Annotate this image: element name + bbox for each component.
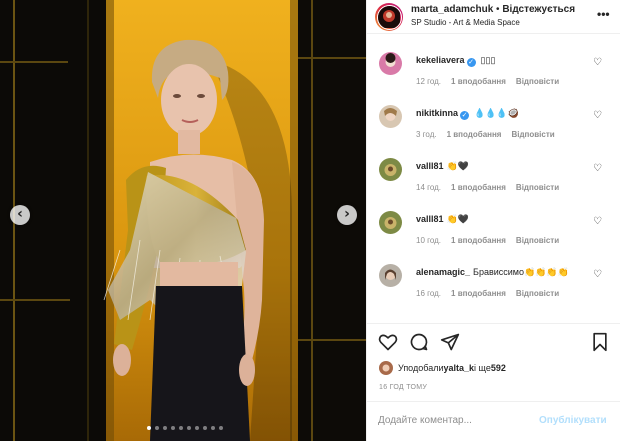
liked-count[interactable]: 592: [491, 363, 506, 373]
commenter-avatar[interactable]: [379, 158, 402, 181]
carousel-dot: [163, 426, 167, 430]
following-button[interactable]: Відстежується: [502, 4, 575, 15]
comment-meta: 3 год. 1 вподобання Відповісти: [416, 130, 565, 139]
reply-button[interactable]: Відповісти: [516, 236, 559, 245]
comment-time[interactable]: 12 год.: [416, 77, 441, 86]
comment-text: 👏🖤: [446, 214, 469, 224]
liked-suffix: і ще: [474, 363, 491, 373]
chevron-left-icon: ‹: [17, 206, 23, 222]
share-icon[interactable]: [440, 332, 460, 352]
previous-photo-button[interactable]: ‹: [10, 205, 30, 225]
comment-username[interactable]: alenamagic_: [416, 267, 470, 277]
carousel-dot: [171, 426, 175, 430]
commenter-avatar[interactable]: [379, 264, 402, 287]
comment-meta: 10 год. 1 вподобання Відповісти: [416, 236, 569, 245]
comment-likes[interactable]: 1 вподобання: [451, 183, 506, 192]
more-icon[interactable]: •••: [597, 8, 610, 20]
comment-body: valll81 👏🖤: [416, 161, 469, 172]
owner-username[interactable]: marta_adamchuk: [411, 4, 493, 15]
owner-row: marta_adamchuk • Відстежується: [411, 4, 575, 15]
bookmark-icon[interactable]: [590, 332, 610, 352]
carousel-dot: [155, 426, 159, 430]
commenter-avatar[interactable]: [379, 105, 402, 128]
reply-button[interactable]: Відповісти: [516, 183, 559, 192]
header-separator: •: [493, 4, 503, 15]
comment-like-heart-icon[interactable]: ♡: [593, 269, 602, 280]
carousel-dot: [187, 426, 191, 430]
comment-icon[interactable]: [409, 332, 429, 352]
comment-likes[interactable]: 1 вподобання: [451, 236, 506, 245]
post-photo[interactable]: ‹ ›: [0, 0, 366, 441]
owner-avatar[interactable]: [375, 3, 403, 31]
next-photo-button[interactable]: ›: [337, 205, 357, 225]
comment-time[interactable]: 3 год.: [416, 130, 437, 139]
verified-badge-icon: ✓: [460, 111, 470, 120]
carousel-dot: [211, 426, 215, 430]
comment-like-heart-icon[interactable]: ♡: [593, 57, 602, 68]
carousel-indicator: [147, 426, 223, 430]
liker-avatar[interactable]: [379, 361, 393, 375]
comment-text: 👏🖤: [446, 161, 469, 171]
instagram-post: ‹ › marta_adamchuk • Відстежується SP St…: [0, 0, 620, 441]
carousel-dot: [195, 426, 199, 430]
comment-username[interactable]: valll81: [416, 214, 444, 224]
carousel-dot: [219, 426, 223, 430]
carousel-dot: [147, 426, 151, 430]
reply-button[interactable]: Відповісти: [511, 130, 554, 139]
comment-body: kekeliavera ✓ ▯▯▯: [416, 55, 495, 67]
post-header: marta_adamchuk • Відстежується SP Studio…: [367, 0, 620, 34]
comment-username[interactable]: valll81: [416, 161, 444, 171]
post-details-panel: marta_adamchuk • Відстежується SP Studio…: [366, 0, 620, 441]
comment-meta: 12 год. 1 вподобання Відповісти: [416, 77, 569, 86]
comment-meta: 14 год. 1 вподобання Відповісти: [416, 183, 569, 192]
location-link[interactable]: SP Studio - Art & Media Space: [411, 18, 520, 27]
comment-likes[interactable]: 1 вподобання: [451, 289, 506, 298]
reply-button[interactable]: Відповісти: [516, 289, 559, 298]
comment-time[interactable]: 16 год.: [416, 289, 441, 298]
comment-likes[interactable]: 1 вподобання: [447, 130, 502, 139]
carousel-dot: [179, 426, 183, 430]
comment-username[interactable]: kekeliavera: [416, 55, 465, 65]
reply-button[interactable]: Відповісти: [516, 77, 559, 86]
photo-image: [0, 0, 366, 441]
verified-badge-icon: ✓: [466, 58, 476, 67]
post-timestamp[interactable]: 16 ГОД ТОМУ: [379, 384, 427, 391]
commenter-avatar[interactable]: [379, 211, 402, 234]
comment-like-heart-icon[interactable]: ♡: [593, 110, 602, 121]
comment-text: ▯▯▯: [480, 55, 496, 65]
comments-list: kekeliavera ✓ ▯▯▯ 12 год. 1 вподобання Відпо…: [367, 35, 620, 323]
carousel-dot: [203, 426, 207, 430]
comment-body: alenamagic_ Брависсимо👏👏👏👏: [416, 267, 569, 278]
comment-time[interactable]: 10 год.: [416, 236, 441, 245]
commenter-avatar[interactable]: [379, 52, 402, 75]
comment-body: valll81 👏🖤: [416, 214, 469, 225]
liked-user[interactable]: yalta_k: [443, 363, 474, 373]
post-comment-button[interactable]: Опублікувати: [539, 415, 607, 426]
comment-body: nikitkinna ✓ 💧💧💧🥥: [416, 108, 519, 120]
liked-by: Уподобали yalta_k і ще 592: [379, 360, 506, 376]
comment-likes[interactable]: 1 вподобання: [451, 77, 506, 86]
comment-text: 💧💧💧🥥: [474, 108, 519, 118]
comment-time[interactable]: 14 год.: [416, 183, 441, 192]
chevron-right-icon: ›: [344, 206, 350, 222]
add-comment-bar: Опублікувати: [367, 401, 620, 441]
comment-username[interactable]: nikitkinna: [416, 108, 458, 118]
heart-icon[interactable]: [378, 332, 398, 352]
comment-like-heart-icon[interactable]: ♡: [593, 163, 602, 174]
comment-input[interactable]: [378, 415, 528, 426]
comment-like-heart-icon[interactable]: ♡: [593, 216, 602, 227]
liked-prefix: Уподобали: [398, 363, 444, 373]
comment-meta: 16 год. 1 вподобання Відповісти: [416, 289, 569, 298]
comment-text: Брависсимо👏👏👏👏: [473, 267, 569, 277]
